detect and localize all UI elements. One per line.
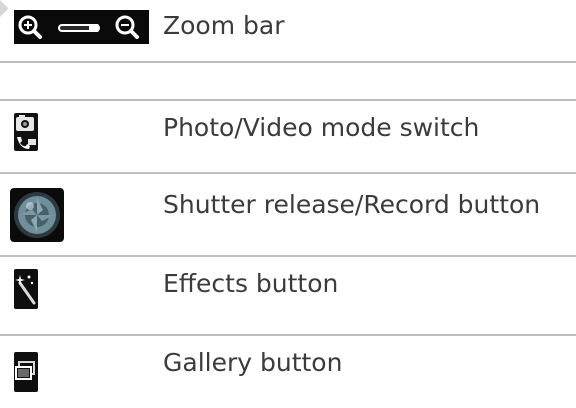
zoom-bar-graphic xyxy=(18,15,139,39)
legend-label: Gallery button xyxy=(163,348,343,377)
photo-video-switch-icon xyxy=(14,113,38,151)
legend-label: Photo/Video mode switch xyxy=(163,113,480,142)
legend-row-effects: Effects button xyxy=(0,257,576,325)
legend-row-photo-video: Photo/Video mode switch xyxy=(0,101,576,161)
legend-label: Effects button xyxy=(163,269,339,298)
legend-row-shutter: Shutter release/Record button xyxy=(0,174,576,242)
zoom-bar-icon xyxy=(14,10,149,44)
corner-decoration xyxy=(0,0,9,17)
legend-row-zoom-bar: Zoom bar xyxy=(0,0,576,62)
legend-row-gallery: Gallery button xyxy=(0,336,576,408)
shutter-icon xyxy=(10,188,64,242)
gallery-icon xyxy=(14,352,38,392)
legend-label: Shutter release/Record button xyxy=(163,190,541,219)
legend-label: Zoom bar xyxy=(163,11,285,40)
effects-wand-icon xyxy=(14,269,38,309)
legend-row-empty xyxy=(0,63,576,100)
